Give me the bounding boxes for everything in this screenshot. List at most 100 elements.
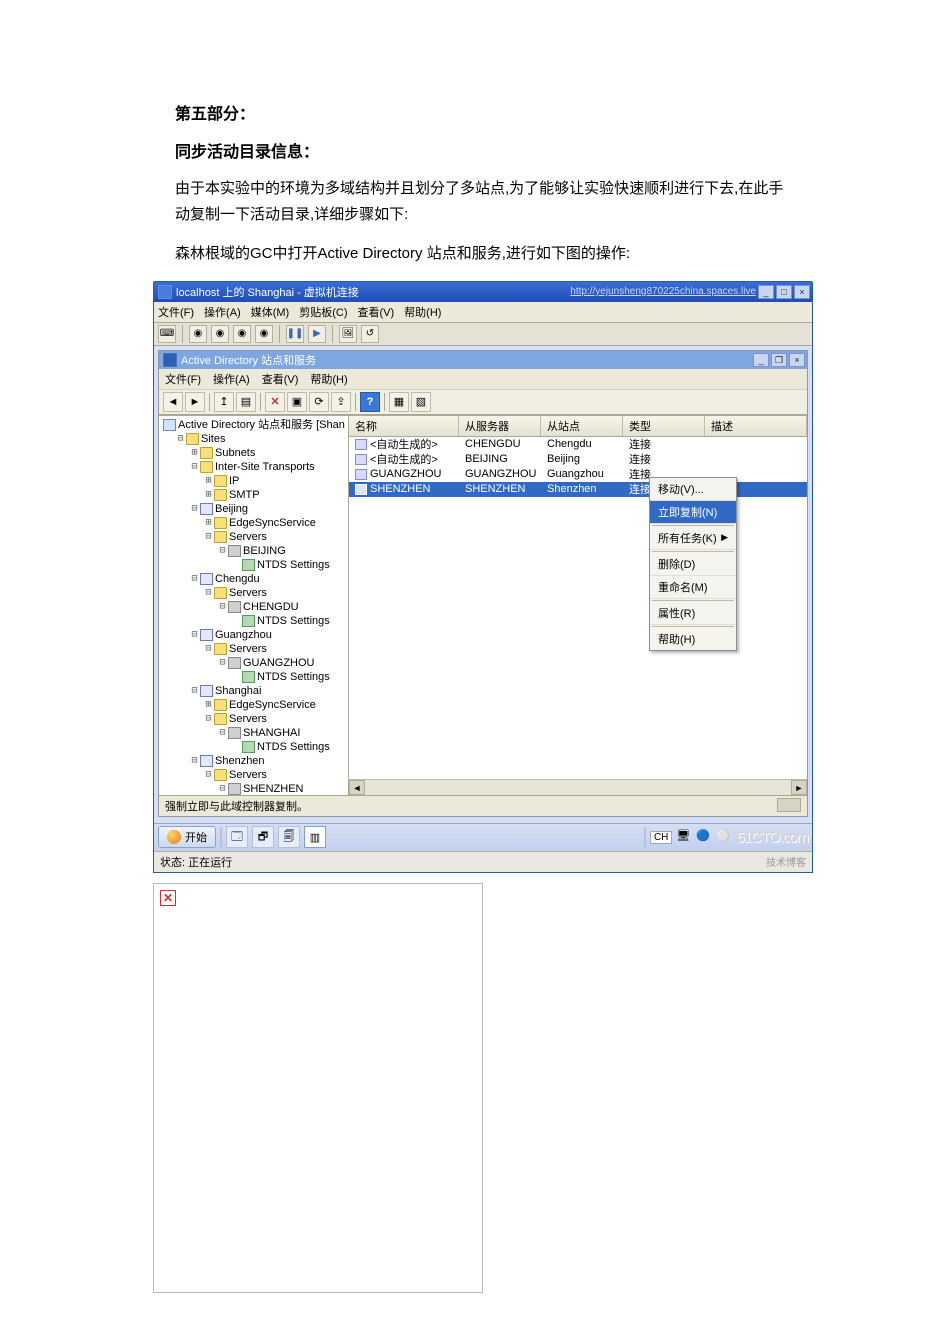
ctx-help[interactable]: 帮助(H) xyxy=(650,628,736,650)
ad-minimize-button[interactable]: _ xyxy=(753,353,769,367)
delete-icon[interactable]: ✕ xyxy=(265,392,285,412)
vm-menu-view[interactable]: 查看(V) xyxy=(358,304,395,320)
connection-icon xyxy=(355,484,367,495)
tree-ntds-shanghai[interactable]: NTDS Settings xyxy=(161,740,348,754)
ad-close-button[interactable]: × xyxy=(789,353,805,367)
show-hide-tree-icon[interactable]: ▤ xyxy=(236,392,256,412)
tree-smtp[interactable]: ⊞SMTP xyxy=(161,488,348,502)
scroll-right-icon[interactable]: ► xyxy=(791,780,807,795)
taskbar-icon-1[interactable]: 🗔 xyxy=(226,826,248,848)
col-server[interactable]: 从服务器 xyxy=(459,416,541,436)
vm-tb-revert-icon[interactable]: ↺ xyxy=(361,325,379,343)
ad-menu-action[interactable]: 操作(A) xyxy=(213,371,250,387)
tree-server-chengdu[interactable]: ⊟CHENGDU xyxy=(161,600,348,614)
vm-tb-ctrl-alt-del-icon[interactable]: ⌨ xyxy=(158,325,176,343)
tree-server-guangzhou[interactable]: ⊟GUANGZHOU xyxy=(161,656,348,670)
vm-toolbar: ⌨ ◉ ◉ ◉ ◉ ❚❚ ▶ 🖼 ↺ xyxy=(154,323,812,346)
tree-shanghai-edgesync[interactable]: ⊞EdgeSyncService xyxy=(161,698,348,712)
tree-chengdu-servers[interactable]: ⊟Servers xyxy=(161,586,348,600)
vm-menu-clip[interactable]: 剪贴板(C) xyxy=(299,304,347,320)
tree-ntds-beijing[interactable]: NTDS Settings xyxy=(161,558,348,572)
list-pane[interactable]: 名称 从服务器 从站点 类型 描述 <自动生成的> CHENGDU Chengd… xyxy=(349,416,807,795)
ctx-properties[interactable]: 属性(R) xyxy=(650,602,736,625)
taskbar-icon-3[interactable]: 🗐 xyxy=(278,826,300,848)
tree-beijing-servers[interactable]: ⊟Servers xyxy=(161,530,348,544)
tray-icon-2[interactable]: 🔵 xyxy=(696,829,712,845)
tree-server-shanghai[interactable]: ⊟SHANGHAI xyxy=(161,726,348,740)
tree-guangzhou-servers[interactable]: ⊟Servers xyxy=(161,642,348,656)
tree-pane[interactable]: Active Directory 站点和服务 [Shan ⊟Sites ⊞Sub… xyxy=(159,416,349,795)
list-row[interactable]: GUANGZHOU GUANGZHOU Guangzhou 连接 xyxy=(349,467,807,482)
ctx-move[interactable]: 移动(V)... xyxy=(650,478,736,501)
forward-icon[interactable]: ► xyxy=(185,392,205,412)
ctx-replicate-now[interactable]: 立即复制(N) xyxy=(650,501,736,524)
tree-site-chengdu[interactable]: ⊟Chengdu xyxy=(161,572,348,586)
tree-root[interactable]: Active Directory 站点和服务 [Shan xyxy=(161,418,348,432)
tree-site-guangzhou[interactable]: ⊟Guangzhou xyxy=(161,628,348,642)
list-row[interactable]: <自动生成的> CHENGDU Chengdu 连接 xyxy=(349,437,807,452)
tree-ist[interactable]: ⊟Inter-Site Transports xyxy=(161,460,348,474)
tree-beijing-edgesync[interactable]: ⊞EdgeSyncService xyxy=(161,516,348,530)
list-row-selected[interactable]: SHENZHEN SHENZHEN Shenzhen 连接 xyxy=(349,482,807,497)
vm-titlebar[interactable]: localhost 上的 Shanghai - 虚拟机连接 http://yej… xyxy=(154,282,812,302)
tree-shanghai-servers[interactable]: ⊟Servers xyxy=(161,712,348,726)
start-orb-icon xyxy=(167,830,181,844)
vm-menu-media[interactable]: 媒体(M) xyxy=(251,304,290,320)
list-row[interactable]: <自动生成的> BEIJING Beijing 连接 xyxy=(349,452,807,467)
tray-lang[interactable]: CH xyxy=(650,831,672,844)
help-icon[interactable]: ? xyxy=(360,392,380,412)
back-icon[interactable]: ◄ xyxy=(163,392,183,412)
tree-shenzhen-servers[interactable]: ⊟Servers xyxy=(161,768,348,782)
tray-icon-3[interactable]: ⚪ xyxy=(716,829,732,845)
ad-menu-file[interactable]: 文件(F) xyxy=(165,371,201,387)
scroll-left-icon[interactable]: ◄ xyxy=(349,780,365,795)
list-hscroll[interactable]: ◄ ► xyxy=(349,779,807,795)
ctx-rename[interactable]: 重命名(M) xyxy=(650,576,736,599)
taskbar-icon-ad[interactable]: ▥ xyxy=(304,826,326,848)
tree-ntds-guangzhou[interactable]: NTDS Settings xyxy=(161,670,348,684)
close-button[interactable]: × xyxy=(794,285,810,299)
tree-ip[interactable]: ⊞IP xyxy=(161,474,348,488)
ad-menu-help[interactable]: 帮助(H) xyxy=(310,371,347,387)
ctx-delete[interactable]: 删除(D) xyxy=(650,553,736,576)
ad-titlebar[interactable]: Active Directory 站点和服务 _ ❐ × xyxy=(159,351,807,369)
export-icon[interactable]: ⇪ xyxy=(331,392,351,412)
tb-extra1-icon[interactable]: ▦ xyxy=(389,392,409,412)
vm-menu-file[interactable]: 文件(F) xyxy=(158,304,194,320)
vm-tb-snapshot-icon[interactable]: 🖼 xyxy=(339,325,357,343)
vm-tb-reset-icon[interactable]: ▶ xyxy=(308,325,326,343)
taskbar-icon-2[interactable]: 🗗 xyxy=(252,826,274,848)
ad-menu-view[interactable]: 查看(V) xyxy=(262,371,299,387)
vm-tb-turnoff-icon[interactable]: ◉ xyxy=(211,325,229,343)
minimize-button[interactable]: _ xyxy=(758,285,774,299)
tray-icon-1[interactable]: 🖥 xyxy=(676,829,692,845)
tree-ntds-chengdu[interactable]: NTDS Settings xyxy=(161,614,348,628)
tree-subnets[interactable]: ⊞Subnets xyxy=(161,446,348,460)
tree-site-beijing[interactable]: ⊟Beijing xyxy=(161,502,348,516)
ad-restore-button[interactable]: ❐ xyxy=(771,353,787,367)
maximize-button[interactable]: □ xyxy=(776,285,792,299)
vm-tb-pause-icon[interactable]: ❚❚ xyxy=(286,325,304,343)
tree-site-shenzhen[interactable]: ⊟Shenzhen xyxy=(161,754,348,768)
refresh-icon[interactable]: ⟳ xyxy=(309,392,329,412)
properties-icon[interactable]: ▣ xyxy=(287,392,307,412)
context-menu: 移动(V)... 立即复制(N) 所有任务(K)▶ 删除(D) 重命名(M) 属… xyxy=(649,477,737,651)
col-desc[interactable]: 描述 xyxy=(705,416,807,436)
vm-menu-action[interactable]: 操作(A) xyxy=(204,304,241,320)
col-name[interactable]: 名称 xyxy=(349,416,459,436)
vm-watermark-url: http://yejunsheng870225china.spaces.live xyxy=(570,286,756,297)
vm-tb-shutdown-icon[interactable]: ◉ xyxy=(233,325,251,343)
start-button[interactable]: 开始 xyxy=(158,826,216,848)
tree-site-shanghai[interactable]: ⊟Shanghai xyxy=(161,684,348,698)
ctx-all-tasks[interactable]: 所有任务(K)▶ xyxy=(650,527,736,550)
tb-extra2-icon[interactable]: ▧ xyxy=(411,392,431,412)
vm-menu-help[interactable]: 帮助(H) xyxy=(404,304,441,320)
tree-server-beijing[interactable]: ⊟BEIJING xyxy=(161,544,348,558)
tree-server-shenzhen[interactable]: ⊟SHENZHEN xyxy=(161,782,348,795)
vm-tb-save-icon[interactable]: ◉ xyxy=(255,325,273,343)
vm-tb-start-icon[interactable]: ◉ xyxy=(189,325,207,343)
up-icon[interactable]: ↥ xyxy=(214,392,234,412)
col-type[interactable]: 类型 xyxy=(623,416,705,436)
tree-sites[interactable]: ⊟Sites xyxy=(161,432,348,446)
col-site[interactable]: 从站点 xyxy=(541,416,623,436)
